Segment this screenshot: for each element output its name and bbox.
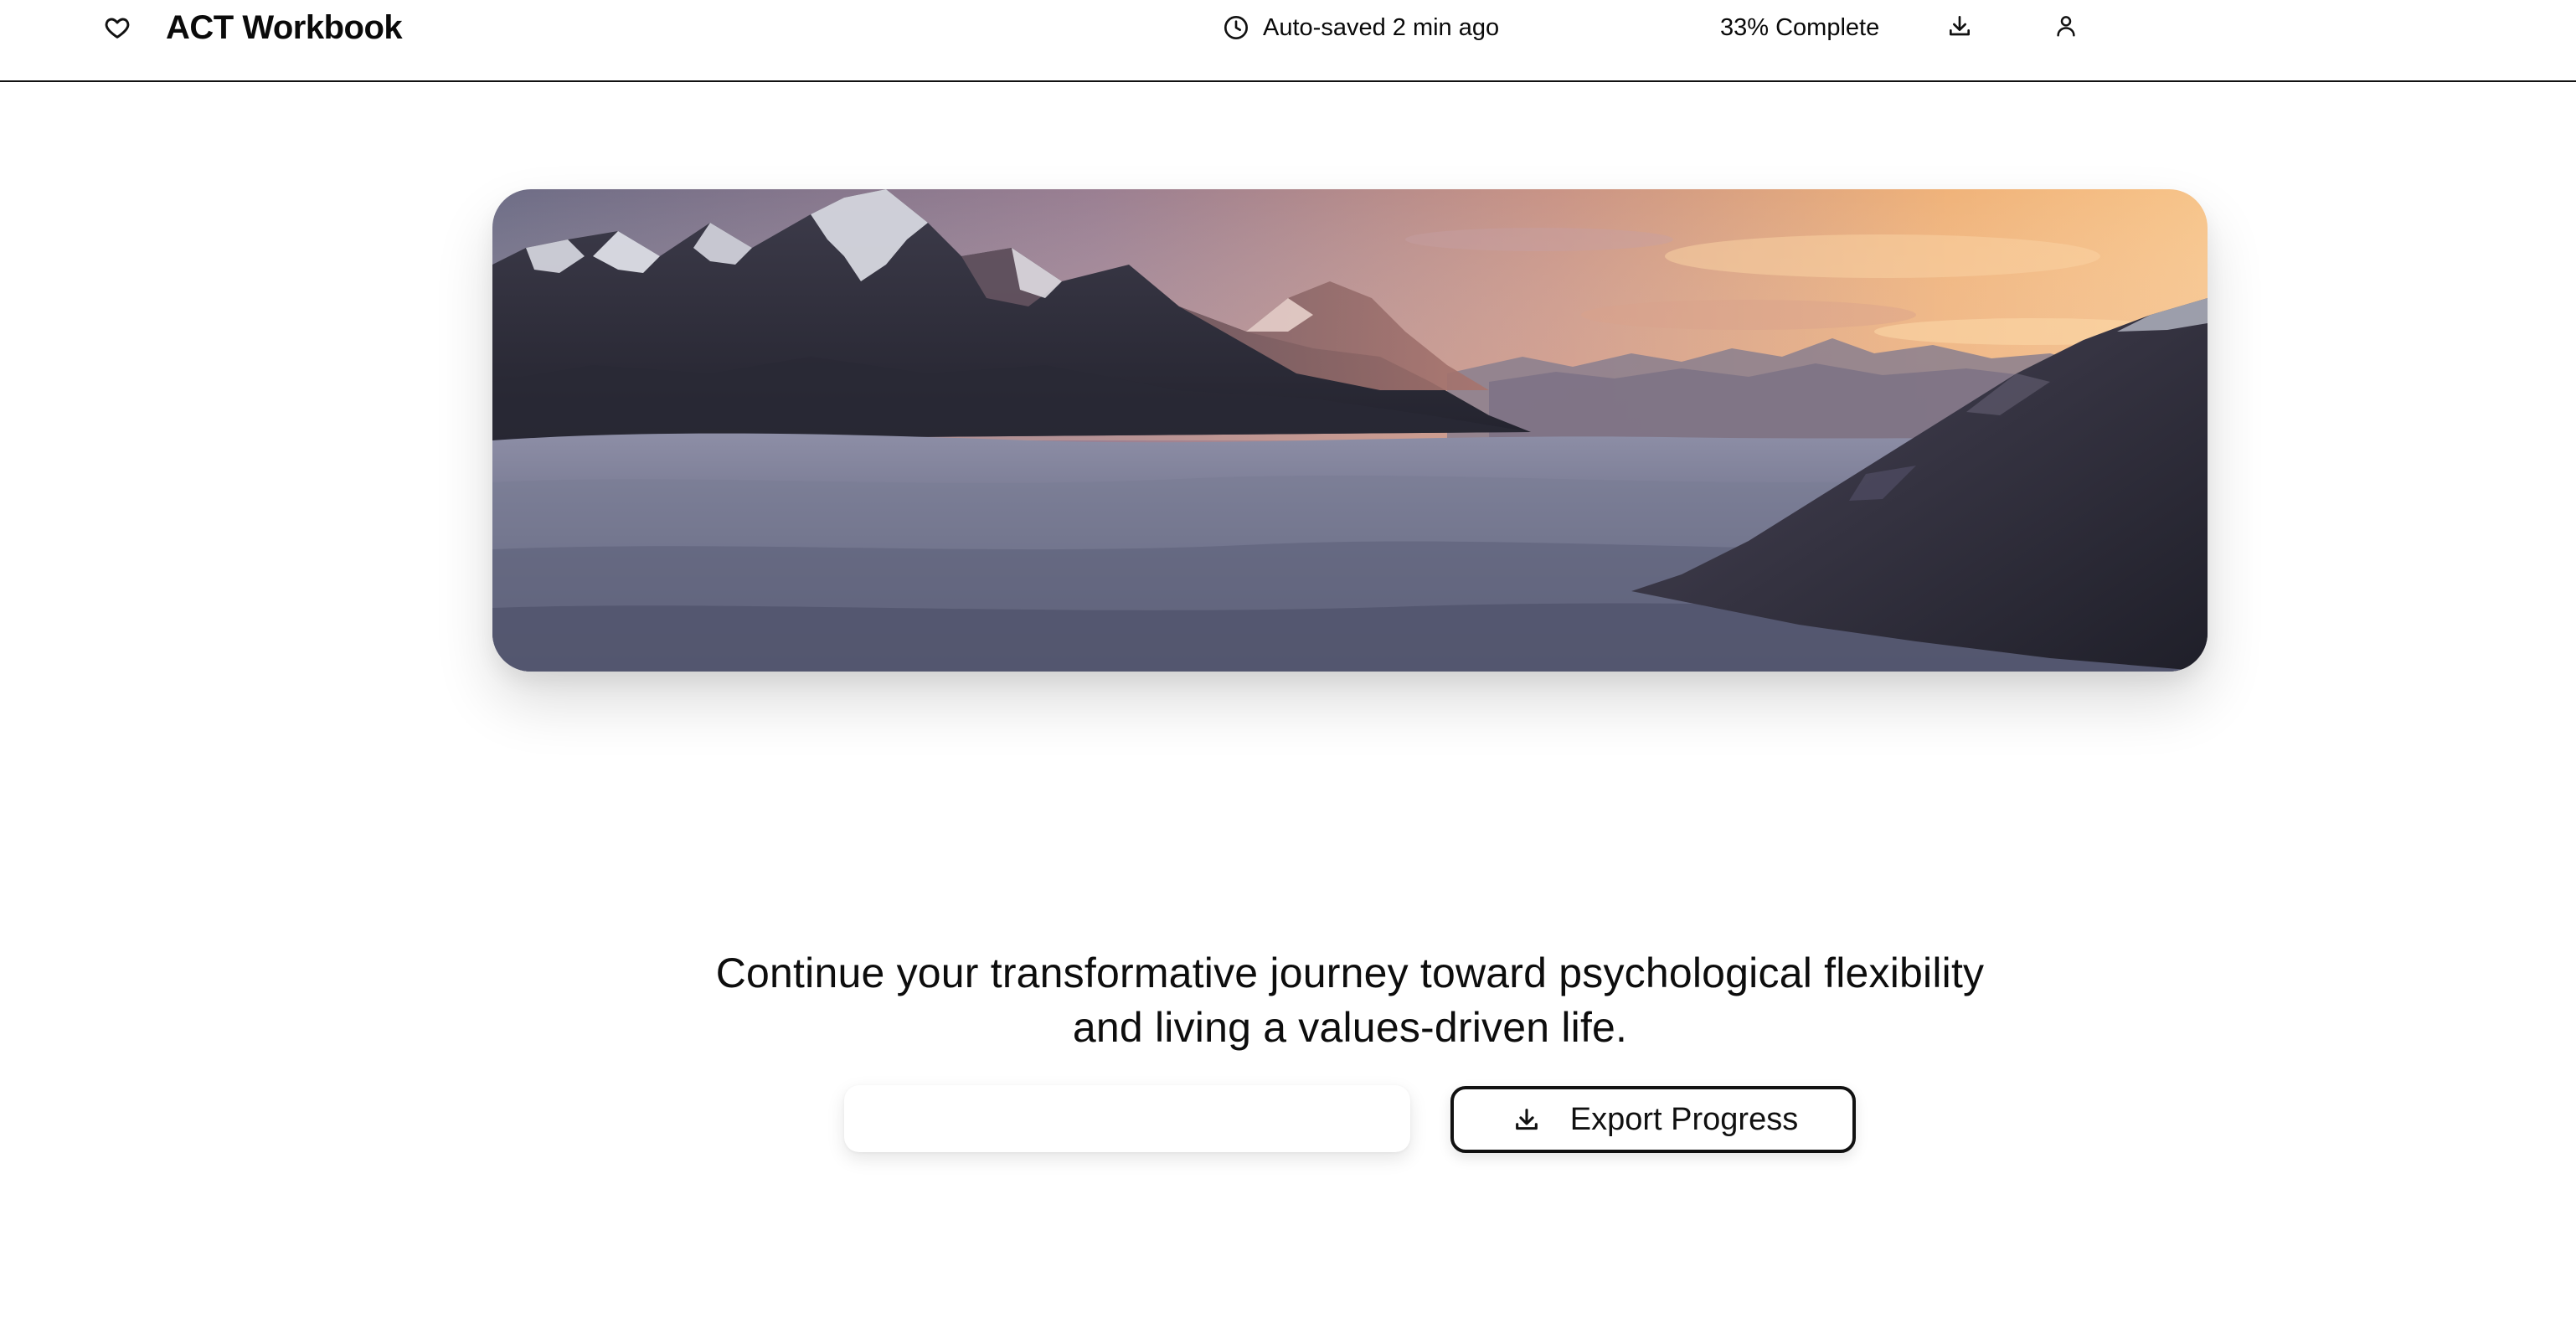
tagline: Continue your transformative journey tow… [715,950,1985,1051]
user-profile-button[interactable] [2045,7,2087,49]
mountain-landscape-illustration [492,189,2208,672]
continue-button[interactable] [844,1085,1410,1152]
top-navigation-bar: ACT Workbook Auto-saved 2 min ago 33% Co… [0,0,2576,82]
hero-image [492,189,2208,672]
clock-icon [1219,11,1253,44]
export-progress-label: Export Progress [1569,1101,1799,1137]
app-title: ACT Workbook [166,8,403,46]
download-button[interactable] [1939,7,1981,49]
export-progress-button[interactable]: Export Progress [1450,1086,1856,1153]
brand[interactable]: ACT Workbook [100,5,403,50]
download-icon [1946,13,1973,44]
progress-status: 33% Complete [1720,13,1880,41]
download-icon [1508,1101,1545,1138]
user-icon [2053,13,2079,43]
autosave-text: Auto-saved 2 min ago [1263,13,1500,41]
autosave-status: Auto-saved 2 min ago [1219,5,1499,50]
heart-icon [100,11,134,44]
